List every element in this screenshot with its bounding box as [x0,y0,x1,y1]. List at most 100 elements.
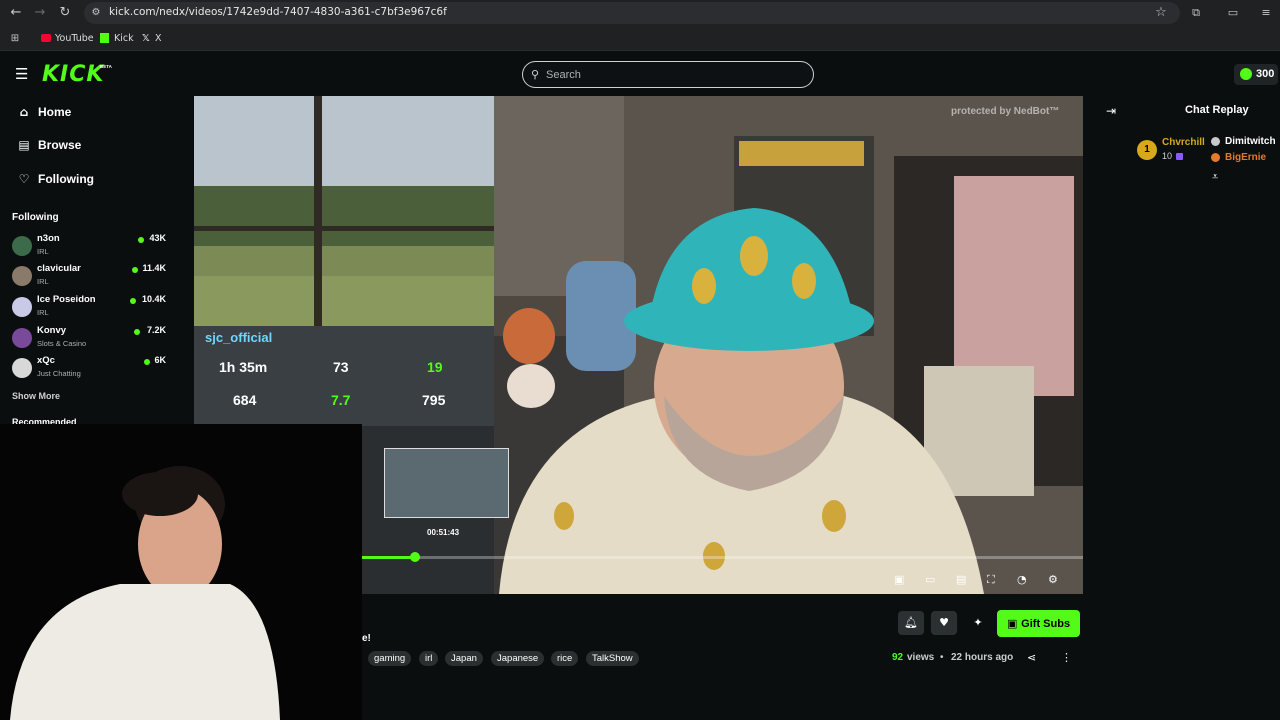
notification-bell-button[interactable]: 🔔︎ [898,611,924,635]
bookmark-kick[interactable]: Kick [114,33,134,44]
views-count: 92 [892,652,904,663]
tag-japanese[interactable]: Japanese [491,651,545,666]
leader-name[interactable]: BigErnie [1225,152,1266,163]
viewer-count: 6K [154,355,166,365]
heart-icon: ♡ [18,172,30,186]
youtube-icon [41,34,51,42]
bookmark-star-icon[interactable]: ☆ [1153,5,1169,21]
sidebar-item-label: Browse [38,138,82,152]
overlay-stat: 1h 35m [219,359,268,375]
following-channel-konvy[interactable]: Konvy Slots & Casino 7.2K [12,325,168,353]
bell-icon: 🔔︎ [904,616,918,629]
chat-title: Chat Replay [1185,104,1249,116]
back-icon[interactable]: ← [8,5,24,21]
bookmark-x[interactable]: X [155,33,162,44]
leader-name[interactable]: Dimitwitch [1225,136,1276,147]
video-title: e! [362,633,371,644]
heart-filled-icon: ♥ [939,616,949,629]
overlay-stat: 795 [422,392,446,408]
coin-balance: 300 [1256,68,1275,80]
tag-gaming[interactable]: gaming [368,651,412,666]
menu-icon[interactable]: ☰ [15,65,28,83]
tag-talkshow[interactable]: TalkShow [586,651,639,666]
fullscreen-icon[interactable]: ⛶ [987,573,995,587]
show-more-link[interactable]: Show More [12,391,60,401]
reload-icon[interactable]: ↻ [57,5,73,21]
expand-leaderboard-icon[interactable]: ⩡ [1212,170,1218,184]
more-options-icon[interactable]: ⋮ [1061,651,1072,664]
search-icon: ⚲ [531,69,540,81]
channel-category: IRL [37,247,49,256]
live-dot-icon [132,267,138,273]
tag-japan[interactable]: Japan [445,651,483,666]
sidebar-item-home[interactable]: ⌂ Home [16,105,72,119]
overlay-stat: 7.7 [331,392,351,408]
share-icon[interactable]: ⋖ [1027,651,1036,664]
following-channel-clavicular[interactable]: clavicular IRL 11.4K [12,263,168,291]
home-icon: ⌂ [19,105,29,119]
channel-category: IRL [37,308,49,317]
viewer-count: 43K [149,233,166,243]
following-channel-xqc[interactable]: xQc Just Chatting 6K [12,355,168,383]
rank-badge: 1 [1137,140,1157,160]
gift-subs-button[interactable]: ▣ Gift Subs [997,610,1080,637]
gift-icon: ▣ [1006,617,1022,630]
gift-subs-label: Gift Subs [1021,618,1071,630]
url-text[interactable]: kick.com/nedx/videos/1742e9dd-7407-4830-… [109,6,447,18]
leader-name[interactable]: Chvrchill [1162,137,1205,148]
search-placeholder: Search [546,69,581,81]
follow-button[interactable]: ♥ [931,611,957,635]
viewer-count: 11.4K [142,263,166,273]
clip-button[interactable]: ✦ [965,611,991,635]
live-dot-icon [134,329,140,335]
following-channel-n3on[interactable]: n3on IRL 43K [12,233,168,261]
channel-name: xQc [37,355,55,366]
live-dot-icon [138,237,144,243]
viewer-count: 7.2K [146,325,166,335]
channel-name: n3on [37,233,60,244]
sidebar-item-browse[interactable]: ▤ Browse [16,138,81,152]
gift-icon [1211,137,1220,146]
avatar [12,236,32,256]
sidebar-item-label: Following [38,172,94,186]
miniplayer-icon[interactable]: ▣ [894,573,904,586]
seek-preview-thumbnail [384,448,509,518]
viewer-count: 10.4K [141,294,166,304]
browse-icon: ▤ [18,138,30,152]
tag-irl[interactable]: irl [419,651,439,666]
playback-speed-icon[interactable]: ◔ [1017,573,1027,586]
forward-icon[interactable]: → [32,5,48,21]
theater-icon[interactable]: ▭ [925,573,935,586]
live-dot-icon [144,359,150,365]
channel-name: clavicular [37,263,81,274]
webcam-overlay [0,424,362,720]
avatar [12,266,32,286]
seek-hover-time: 00:51:43 [427,528,460,537]
apps-grid-icon[interactable]: ⊞ [7,31,23,47]
collapse-chat-icon[interactable]: ⇥ [1106,104,1116,118]
seek-handle[interactable] [410,552,420,562]
captions-icon[interactable]: ▤ [956,573,966,586]
coin-icon [1240,68,1252,80]
tag-rice[interactable]: rice [551,651,579,666]
site-info-icon[interactable]: ⚙ [88,5,104,21]
bookmark-youtube[interactable]: YouTube [55,33,94,44]
chat-replay-panel [1098,96,1280,596]
settings-icon[interactable]: ⚙ [1048,573,1058,586]
extensions-icon[interactable]: ⧉ [1188,5,1204,21]
cast-icon[interactable]: ▭ [1225,5,1241,21]
sidebar-item-following[interactable]: ♡ Following [16,172,94,186]
following-channel-ice-poseidon[interactable]: Ice Poseidon IRL 10.4K [12,294,168,322]
channel-category: IRL [37,277,49,286]
sub-icon [1176,153,1183,160]
browser-menu-icon[interactable]: ≡ [1258,5,1274,21]
video-watermark: protected by NedBot™ [951,106,1060,117]
gift-icon [1211,153,1220,162]
leader-sub-count: 10 [1162,151,1173,161]
following-title: Following [12,212,59,223]
overlay-stat: 73 [333,359,349,375]
sparkle-icon: ✦ [973,616,983,629]
kick-logo[interactable]: KICK [42,62,104,87]
channel-category: Just Chatting [37,369,81,378]
overlay-channel-name: sjc_official [205,330,273,345]
